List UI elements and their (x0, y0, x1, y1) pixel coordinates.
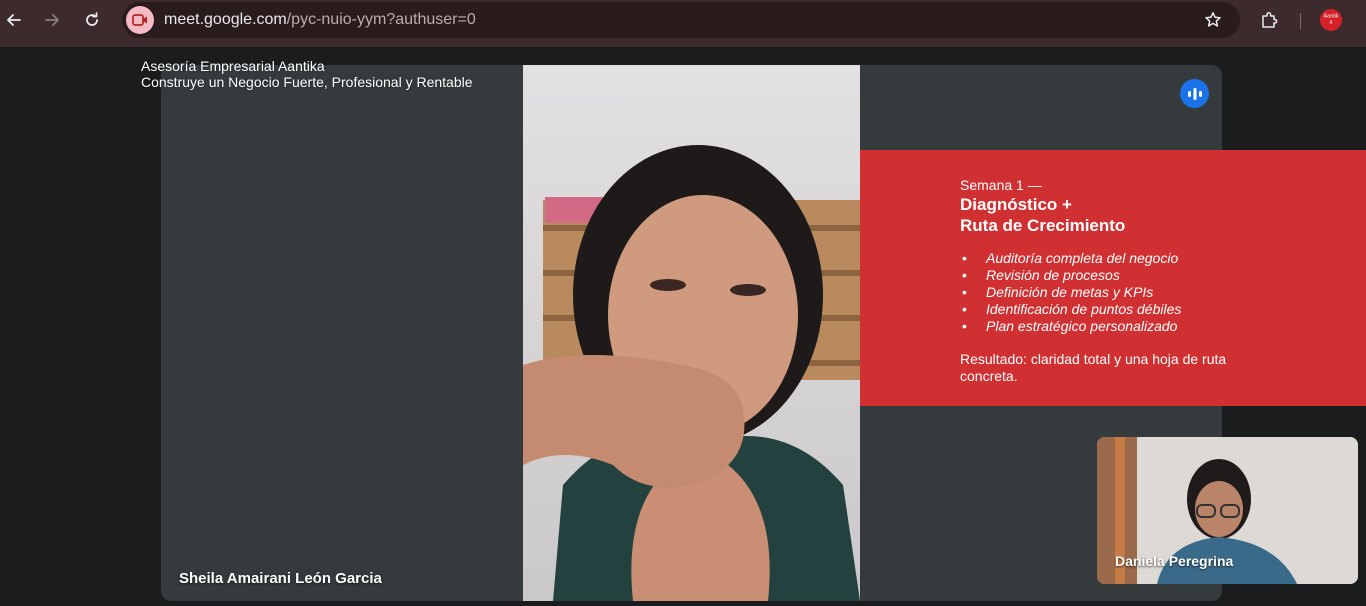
list-item: Definición de metas y KPIs (960, 284, 1250, 301)
week-label: Semana 1 — (960, 177, 1042, 193)
arrow-left-icon (7, 14, 21, 26)
list-item: Revisión de procesos (960, 267, 1250, 284)
brand-overlay: Asesoría Empresarial Aantika Construye u… (141, 58, 473, 90)
site-info-button[interactable] (126, 6, 154, 34)
self-view-tile[interactable]: Daniela Peregrina (1097, 437, 1358, 584)
audio-level-icon (1187, 87, 1202, 100)
brand-name: Asesoría Empresarial Aantika (141, 58, 325, 74)
star-icon (1205, 12, 1221, 27)
program-info-content: Semana 1 — Diagnóstico + Ruta de Crecimi… (960, 177, 1250, 385)
list-item: Auditoría completa del negocio (960, 250, 1250, 267)
list-item: Plan estratégico personalizado (960, 318, 1250, 335)
url-host: meet.google.com (164, 11, 287, 28)
url-path: /pyc-nuio-yym?authuser=0 (286, 11, 476, 28)
main-participant-name: Sheila Amairani León Garcia (179, 570, 382, 587)
profile-label: Aantika (1323, 13, 1339, 26)
week-title-line1: Diagnóstico + (960, 195, 1072, 214)
reload-icon (86, 12, 98, 26)
result-text: Resultado: claridad total y una hoja de … (960, 351, 1227, 384)
week-title: Diagnóstico + Ruta de Crecimiento (960, 194, 1250, 236)
arrow-right-icon (45, 14, 59, 26)
address-bar[interactable]: meet.google.com/pyc-nuio-yym?authuser=0 (122, 2, 1240, 38)
video-camera-icon (132, 14, 147, 26)
reload-button[interactable] (78, 6, 106, 34)
brand-tagline: Construye un Negocio Fuerte, Profesional… (141, 74, 473, 90)
profile-avatar[interactable]: Aantika (1320, 9, 1342, 31)
forward-button[interactable] (38, 6, 66, 34)
url-text[interactable]: meet.google.com/pyc-nuio-yym?authuser=0 (164, 11, 476, 29)
bookmark-button[interactable] (1200, 7, 1226, 33)
back-button[interactable] (0, 6, 28, 34)
speaking-indicator (1180, 79, 1209, 108)
program-info-panel: Semana 1 — Diagnóstico + Ruta de Crecimi… (860, 150, 1366, 406)
participant-video-frame (523, 65, 860, 601)
browser-toolbar: meet.google.com/pyc-nuio-yym?authuser=0 … (0, 0, 1366, 47)
deliverables-list: Auditoría completa del negocio Revisión … (960, 250, 1250, 335)
week-title-line2: Ruta de Crecimiento (960, 216, 1126, 235)
participant-video (523, 65, 860, 601)
list-item: Identificación de puntos débiles (960, 301, 1250, 318)
puzzle-icon (1262, 11, 1278, 28)
self-participant-name: Daniela Peregrina (1115, 553, 1234, 569)
extensions-button[interactable] (1256, 7, 1282, 33)
toolbar-divider (1300, 13, 1301, 29)
